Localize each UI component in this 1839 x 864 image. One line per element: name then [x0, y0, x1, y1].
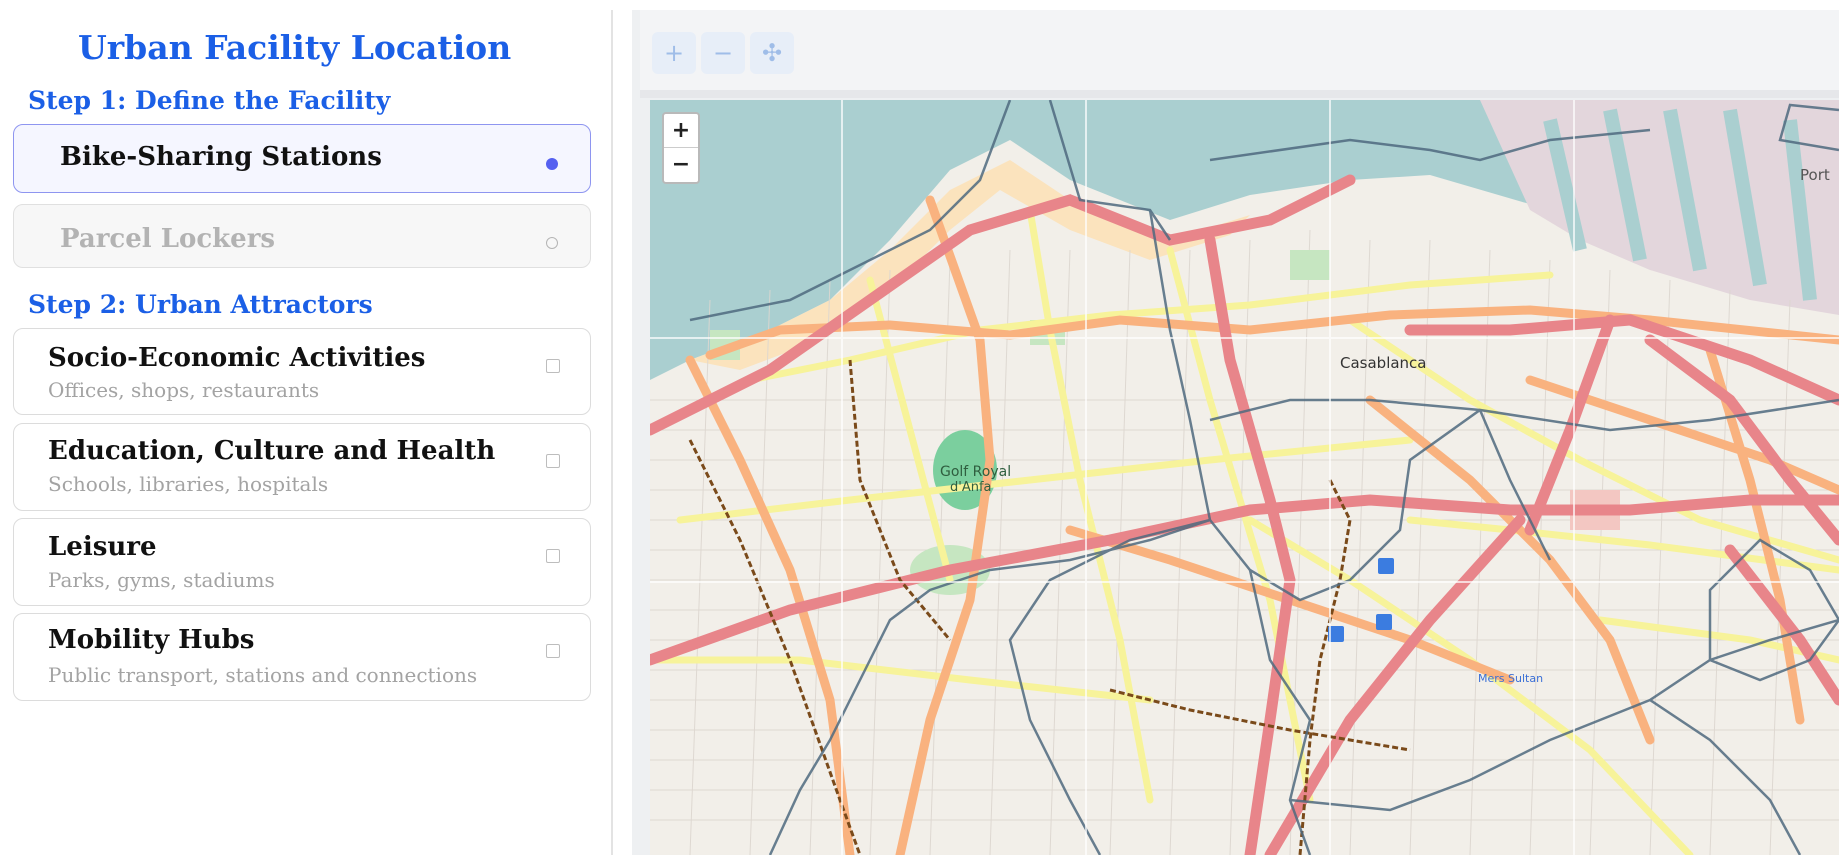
attractor-label: Socio-Economic Activities: [48, 343, 426, 373]
toolbar-zoom-in-button[interactable]: +: [652, 32, 696, 74]
sidebar: Urban Facility Location Step 1: Define t…: [0, 0, 612, 864]
map-label-city: Casablanca: [1340, 354, 1427, 372]
checkbox-icon[interactable]: [546, 359, 560, 373]
attractor-description: Parks, gyms, stadiums: [48, 568, 275, 592]
attractor-label: Education, Culture and Health: [48, 436, 496, 466]
facility-option-label: Bike-Sharing Stations: [60, 142, 382, 172]
map-park: [1290, 250, 1330, 280]
attractor-description: Schools, libraries, hospitals: [48, 472, 329, 496]
facility-option-bike-sharing[interactable]: Bike-Sharing Stations: [13, 124, 591, 193]
attractor-leisure[interactable]: Leisure Parks, gyms, stadiums: [13, 518, 591, 606]
radio-selected-icon: [546, 158, 558, 170]
facility-option-parcel-lockers[interactable]: Parcel Lockers: [13, 204, 591, 268]
map-label-golf: Golf Royal: [940, 464, 1012, 480]
attractor-label: Mobility Hubs: [48, 625, 255, 655]
map-label-mers-sultan: Mers Sultan: [1478, 672, 1544, 685]
attractor-label: Leisure: [48, 532, 157, 562]
facility-option-label: Parcel Lockers: [60, 224, 276, 254]
map-label-golf-2: d'Anfa: [950, 480, 992, 495]
map-label-port: Port: [1800, 166, 1830, 184]
toolbar-zoom-out-button[interactable]: −: [701, 32, 745, 74]
map-zoom-in-button[interactable]: +: [664, 114, 698, 147]
attractor-description: Offices, shops, restaurants: [48, 378, 320, 402]
panel-divider[interactable]: [611, 10, 613, 855]
map-toolbar: + − ✣: [640, 10, 1839, 98]
checkbox-icon[interactable]: [546, 549, 560, 563]
app-title: Urban Facility Location: [78, 28, 512, 67]
map-zoom-out-button[interactable]: −: [664, 147, 698, 181]
radio-unselected-icon: [546, 237, 558, 249]
map-zoom-control: + −: [662, 112, 700, 184]
step2-title: Step 2: Urban Attractors: [28, 290, 373, 319]
checkbox-icon[interactable]: [546, 454, 560, 468]
attractor-socio-economic[interactable]: Socio-Economic Activities Offices, shops…: [13, 328, 591, 415]
map-viewport[interactable]: + − Casablanca Golf Royal d'Anfa Port Me…: [650, 100, 1839, 855]
attractor-description: Public transport, stations and connectio…: [48, 663, 478, 687]
attractor-mobility-hubs[interactable]: Mobility Hubs Public transport, stations…: [13, 613, 591, 701]
step1-title: Step 1: Define the Facility: [28, 86, 391, 115]
map-panel: + − ✣ + − Casablanca Golf Royal d'Anfa P…: [632, 10, 1839, 855]
checkbox-icon[interactable]: [546, 644, 560, 658]
map-canvas[interactable]: [650, 100, 1839, 855]
toolbar-pan-button[interactable]: ✣: [750, 32, 794, 74]
attractor-education-culture-health[interactable]: Education, Culture and Health Schools, l…: [13, 423, 591, 511]
